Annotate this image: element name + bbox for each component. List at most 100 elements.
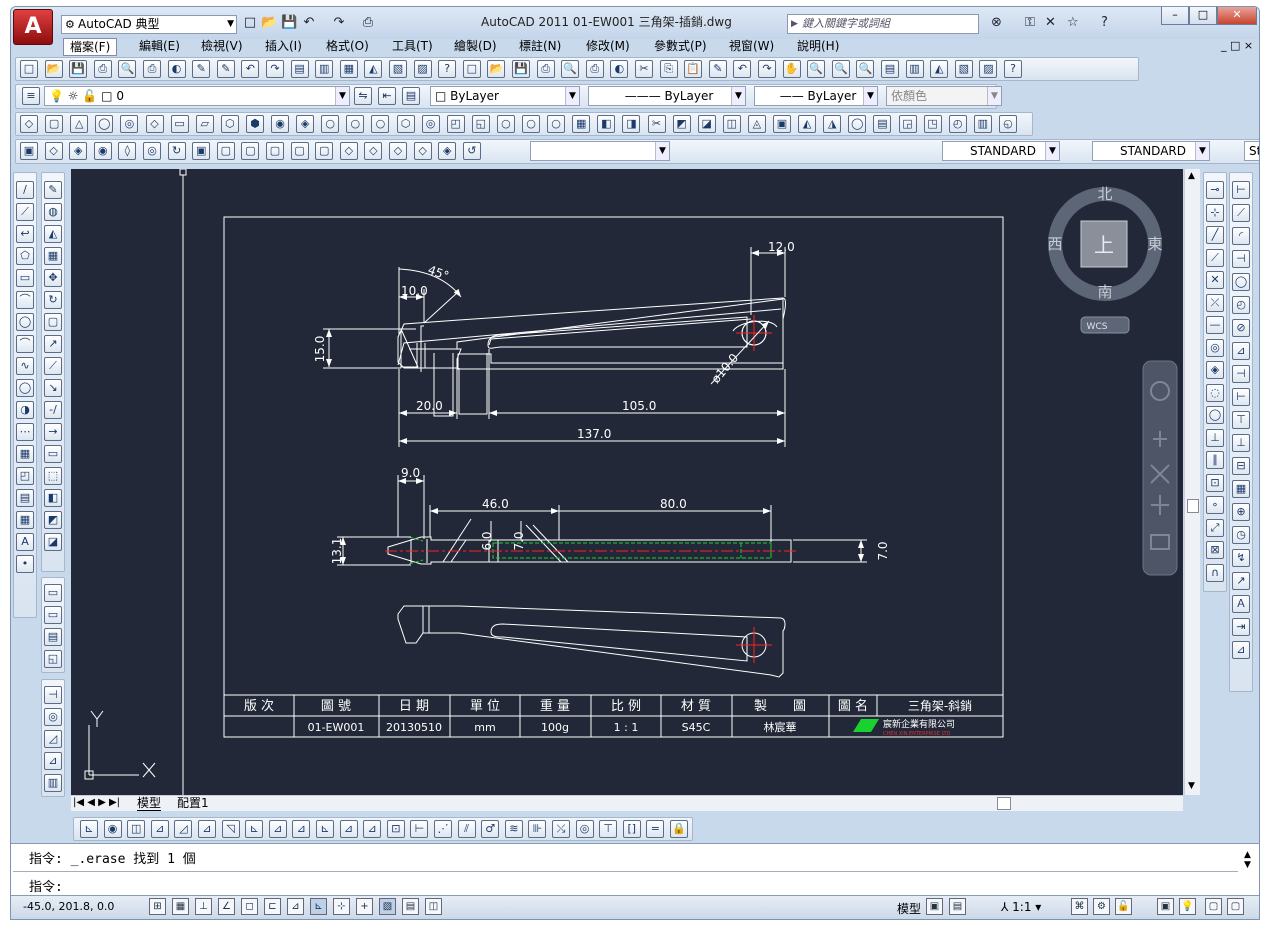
model-space-button[interactable]: 模型 bbox=[897, 900, 921, 917]
osnap-10-icon[interactable]: ◌ bbox=[1206, 383, 1224, 402]
dim-tool-21-icon[interactable]: ⊿ bbox=[1232, 641, 1250, 659]
osnap-9-icon[interactable]: ◈ bbox=[1206, 361, 1224, 379]
osnap-1-icon[interactable]: ⊸ bbox=[1206, 181, 1224, 199]
modify-tool-10-icon[interactable]: ↘ bbox=[44, 379, 62, 397]
dim-tool-9-icon[interactable]: ⊣ bbox=[1232, 365, 1250, 383]
dim-tool-17-icon[interactable]: ↯ bbox=[1232, 549, 1250, 567]
draw-tool-9-icon[interactable]: ∿ bbox=[16, 357, 34, 375]
view-tool-13-icon[interactable]: ▢ bbox=[315, 142, 334, 160]
view-tool-5-icon[interactable]: ◊ bbox=[118, 142, 137, 160]
help-icon[interactable]: ? bbox=[1101, 15, 1108, 30]
dim-tool-13-icon[interactable]: ⊟ bbox=[1232, 457, 1250, 475]
modeling-tool-1-icon[interactable]: ◇ bbox=[20, 115, 38, 133]
geo-constraint-10-icon[interactable]: ⊿ bbox=[292, 820, 311, 838]
status-toggle-1-icon[interactable]: ⊞ bbox=[149, 898, 166, 915]
draw-tool-13-icon[interactable]: ▦ bbox=[16, 445, 34, 463]
modeling-tool-2-icon[interactable]: ▢ bbox=[45, 115, 64, 133]
exchange-icon[interactable]: ✕ bbox=[1045, 15, 1056, 30]
status-tray-9-icon[interactable]: ▢ bbox=[1227, 898, 1244, 915]
cut-icon[interactable]: ✂ bbox=[635, 60, 653, 78]
status-toggle-5-icon[interactable]: ◻ bbox=[241, 898, 258, 915]
osnap-11-icon[interactable]: ◯ bbox=[1206, 406, 1224, 424]
new-icon[interactable]: □ bbox=[462, 60, 481, 78]
navigation-bar[interactable] bbox=[1142, 360, 1178, 576]
key-icon[interactable]: ⚿ bbox=[1025, 15, 1035, 30]
geo-constraint-20-icon[interactable]: ⊪ bbox=[528, 820, 547, 838]
save-icon[interactable]: 💾 bbox=[69, 60, 88, 78]
geo-constraint-25-icon[interactable]: = bbox=[646, 820, 665, 838]
geo-constraint-6-icon[interactable]: ⊿ bbox=[198, 820, 216, 838]
view-tool-10-icon[interactable]: ▢ bbox=[241, 142, 260, 160]
view-tool-15-icon[interactable]: ◇ bbox=[364, 142, 383, 160]
measure-2-icon[interactable]: ◎ bbox=[44, 708, 62, 726]
view-tool-12-icon[interactable]: ▢ bbox=[290, 142, 309, 160]
status-toggle-11-icon[interactable]: ▧ bbox=[379, 898, 396, 915]
modeling-tool-11-icon[interactable]: ◉ bbox=[271, 115, 289, 133]
modify-tool-16-icon[interactable]: ◩ bbox=[44, 511, 62, 529]
geo-constraint-2-icon[interactable]: ◉ bbox=[103, 820, 122, 838]
modeling-tool-20-icon[interactable]: ○ bbox=[496, 115, 515, 133]
preview-icon[interactable]: 🔍 bbox=[118, 60, 137, 78]
modeling-tool-5-icon[interactable]: ◎ bbox=[120, 115, 139, 133]
measure-1-icon[interactable]: ⊣ bbox=[44, 686, 62, 704]
status-tray-5-icon[interactable]: 🔓 bbox=[1115, 898, 1132, 915]
osnap-4-icon[interactable]: ⟋ bbox=[1206, 248, 1224, 267]
view-tool-16-icon[interactable]: ◇ bbox=[389, 142, 407, 160]
undo-icon[interactable]: ↶ bbox=[733, 60, 752, 78]
color-dropdown[interactable]: □ ByLayer ▼ bbox=[430, 86, 580, 106]
view-tool-8-icon[interactable]: ▣ bbox=[192, 142, 211, 160]
draw-tool-2-icon[interactable]: ⟋ bbox=[16, 203, 34, 221]
modeling-tool-27-icon[interactable]: ◩ bbox=[672, 115, 691, 133]
modify-tool-7-icon[interactable]: ▢ bbox=[44, 313, 62, 331]
undo-icon[interactable]: ↶ bbox=[301, 15, 317, 31]
publish-icon[interactable]: ⎙ bbox=[143, 60, 161, 78]
modeling-tool-16-icon[interactable]: ⬡ bbox=[396, 115, 415, 133]
tool-palettes-icon[interactable]: ▦ bbox=[339, 60, 358, 78]
draw-tool-15-icon[interactable]: ▤ bbox=[16, 489, 34, 507]
modeling-tool-36-icon[interactable]: ◲ bbox=[898, 115, 917, 133]
drawing-canvas[interactable]: 12.0 45° 10.0 15.0 20.0 105.0 137.0 ø10.0 9.0 46.… bbox=[71, 169, 1183, 795]
draw-tool-7-icon[interactable]: ◯ bbox=[16, 313, 34, 331]
osnap-15-icon[interactable]: ∘ bbox=[1206, 496, 1224, 514]
draw-tool-14-icon[interactable]: ◰ bbox=[16, 467, 34, 485]
modeling-tool-14-icon[interactable]: ○ bbox=[346, 115, 365, 133]
sheet-set-icon[interactable]: ◭ bbox=[930, 60, 949, 78]
modeling-tool-34-icon[interactable]: ◯ bbox=[848, 115, 867, 133]
print-icon[interactable]: ⎙ bbox=[360, 15, 376, 31]
star-icon[interactable]: ☆ bbox=[1067, 15, 1079, 30]
modeling-tool-39-icon[interactable]: ▥ bbox=[973, 115, 992, 133]
view-tool-7-icon[interactable]: ↻ bbox=[167, 142, 186, 160]
osnap-6-icon[interactable]: ⤫ bbox=[1206, 293, 1224, 312]
draw-tool-17-icon[interactable]: A bbox=[16, 533, 34, 551]
modeling-tool-30-icon[interactable]: ◬ bbox=[747, 115, 766, 133]
application-menu-button[interactable]: A bbox=[13, 9, 53, 45]
dim-tool-19-icon[interactable]: Ａ bbox=[1232, 595, 1250, 613]
modify-tool-4-icon[interactable]: ▦ bbox=[44, 247, 62, 265]
modeling-tool-4-icon[interactable]: ◯ bbox=[95, 115, 114, 133]
geo-constraint-19-icon[interactable]: ≋ bbox=[504, 820, 523, 838]
modeling-tool-32-icon[interactable]: ◭ bbox=[798, 115, 817, 133]
matchprop-icon[interactable]: ✎ bbox=[192, 60, 211, 78]
geo-constraint-9-icon[interactable]: ⊿ bbox=[268, 820, 287, 838]
copy-icon[interactable]: ⎘ bbox=[659, 60, 678, 78]
dim-tool-16-icon[interactable]: ◷ bbox=[1232, 526, 1250, 544]
3d-dwf-icon[interactable]: ◐ bbox=[167, 60, 186, 78]
linetype-dropdown[interactable]: ——— ByLayer ▼ bbox=[588, 86, 746, 106]
measure-4-icon[interactable]: ⊿ bbox=[44, 752, 62, 770]
geo-constraint-14-icon[interactable]: ⊡ bbox=[386, 820, 405, 838]
menu-draw[interactable]: 繪製(D) bbox=[448, 38, 503, 54]
search-input[interactable]: ▶ 鍵入關鍵字或詞組 bbox=[787, 14, 979, 34]
geo-constraint-4-icon[interactable]: ⊿ bbox=[150, 820, 169, 838]
modify-tool-3-icon[interactable]: ◭ bbox=[44, 225, 62, 243]
modeling-tool-21-icon[interactable]: ○ bbox=[522, 115, 540, 133]
modeling-tool-24-icon[interactable]: ◧ bbox=[597, 115, 616, 133]
pan-icon[interactable]: ✋ bbox=[782, 60, 801, 78]
modeling-tool-40-icon[interactable]: ◵ bbox=[998, 115, 1017, 133]
view-tool-3-icon[interactable]: ◈ bbox=[69, 142, 88, 160]
osnap-12-icon[interactable]: ⊥ bbox=[1206, 428, 1224, 447]
preview-icon[interactable]: 🔍 bbox=[561, 60, 580, 78]
horizontal-scrollbar[interactable] bbox=[811, 796, 1183, 811]
status-toggle-9-icon[interactable]: ⊹ bbox=[333, 898, 350, 915]
plot-icon[interactable]: ⎙ bbox=[536, 60, 555, 78]
view-dropdown[interactable]: ▼ bbox=[530, 141, 670, 161]
